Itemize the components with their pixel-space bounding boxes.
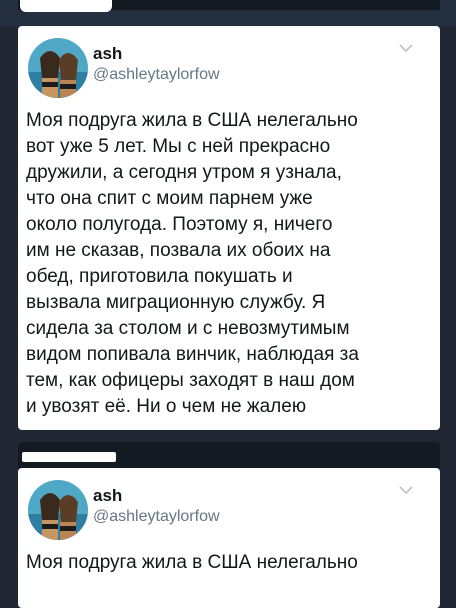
redacted-label: [20, 0, 112, 12]
username[interactable]: @ashleytaylorfow: [93, 66, 220, 84]
username[interactable]: @ashleytaylorfow: [93, 508, 220, 526]
tweet-text: Моя подруга жила в США нелегально: [26, 552, 358, 573]
display-name[interactable]: ash: [93, 44, 122, 64]
redacted-label: [22, 452, 116, 462]
chevron-down-icon[interactable]: [398, 40, 414, 56]
avatar[interactable]: [28, 38, 88, 98]
avatar[interactable]: [28, 480, 88, 540]
top-bar: [0, 0, 456, 26]
tweet-text: Моя подруга жила в США нелегально вот уж…: [26, 110, 359, 417]
tweet-card[interactable]: ash @ashleytaylorfow Моя подруга жила в …: [18, 26, 440, 430]
chevron-down-icon[interactable]: [398, 482, 414, 498]
display-name[interactable]: ash: [93, 486, 122, 506]
tweet-card[interactable]: ash @ashleytaylorfow Моя подруга жила в …: [18, 468, 440, 608]
